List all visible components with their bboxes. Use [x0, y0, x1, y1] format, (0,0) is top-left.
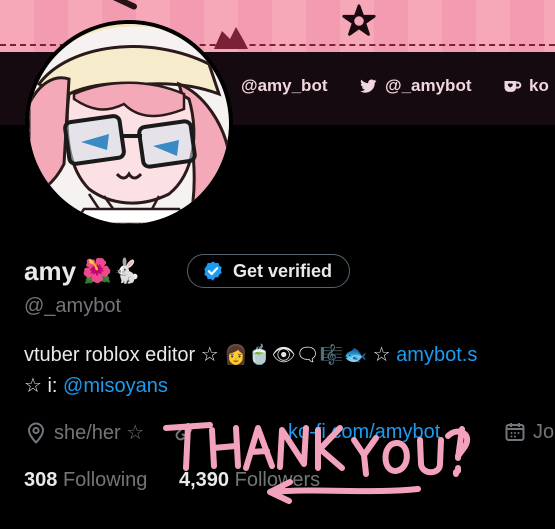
maple-leaf-icon [214, 27, 248, 49]
profile-handle: @_amybot [24, 295, 122, 317]
get-verified-label: Get verified [233, 260, 333, 281]
followers-link[interactable]: 4,390 Followers [179, 469, 320, 491]
following-link[interactable]: 308 Following [24, 469, 147, 491]
banner-social-label: ko [529, 76, 549, 95]
flower-icon [342, 4, 376, 36]
following-count: 308 [24, 469, 58, 491]
name-emoji: 🌺🐇 [82, 257, 142, 285]
calendar-icon [505, 423, 525, 441]
banner-social-label: @amy_bot [241, 76, 328, 95]
banner-social-handle: @amy_bot [241, 76, 328, 96]
location-pin-icon [27, 421, 45, 444]
avatar-illustration [29, 24, 229, 224]
banner-social-twitter: @_amybot [358, 76, 472, 96]
website-link[interactable]: ko-fi.com/amybot [288, 421, 440, 444]
bio-emoji: 👩🍵👁🗨🎼🐟 [224, 344, 368, 366]
banner-social-kofi: ko [502, 76, 549, 96]
bio-text: vtuber roblox editor ☆ [24, 344, 225, 366]
verified-badge-icon [204, 261, 222, 281]
bio-separator: ☆ [367, 344, 397, 366]
kofi-cup-icon [504, 81, 522, 92]
link-icon [175, 423, 193, 441]
location-text: she/her ☆ [54, 422, 145, 444]
display-name: amy [24, 255, 77, 286]
bio-line-1: vtuber roblox editor ☆ 👩🍵👁🗨🎼🐟 ☆ amybot.s [24, 342, 477, 367]
location-item: she/her ☆ [24, 420, 144, 445]
banner-social-label: @_amybot [385, 76, 472, 95]
following-label: Following [62, 469, 148, 491]
profile-avatar[interactable] [25, 20, 233, 228]
followers-label: Followers [234, 469, 321, 491]
joined-item: Jo [503, 420, 554, 444]
bio-line-2: ☆ i: @misoyans [24, 373, 168, 398]
bio-text: ☆ i: [24, 375, 64, 397]
twitter-bird-icon [360, 79, 377, 93]
website-item[interactable]: ko-fi.com/amybot [172, 420, 440, 444]
profile-name-row: amy 🌺🐇 [24, 252, 142, 290]
bio-website-link[interactable]: amybot.s [396, 344, 477, 366]
get-verified-button[interactable]: Get verified [187, 254, 351, 288]
bio-mention-link[interactable]: @misoyans [63, 375, 168, 397]
profile-counts: 308 Following 4,390 Followers [24, 469, 320, 492]
followers-count: 4,390 [178, 469, 230, 491]
joined-text: Jo [533, 420, 555, 443]
